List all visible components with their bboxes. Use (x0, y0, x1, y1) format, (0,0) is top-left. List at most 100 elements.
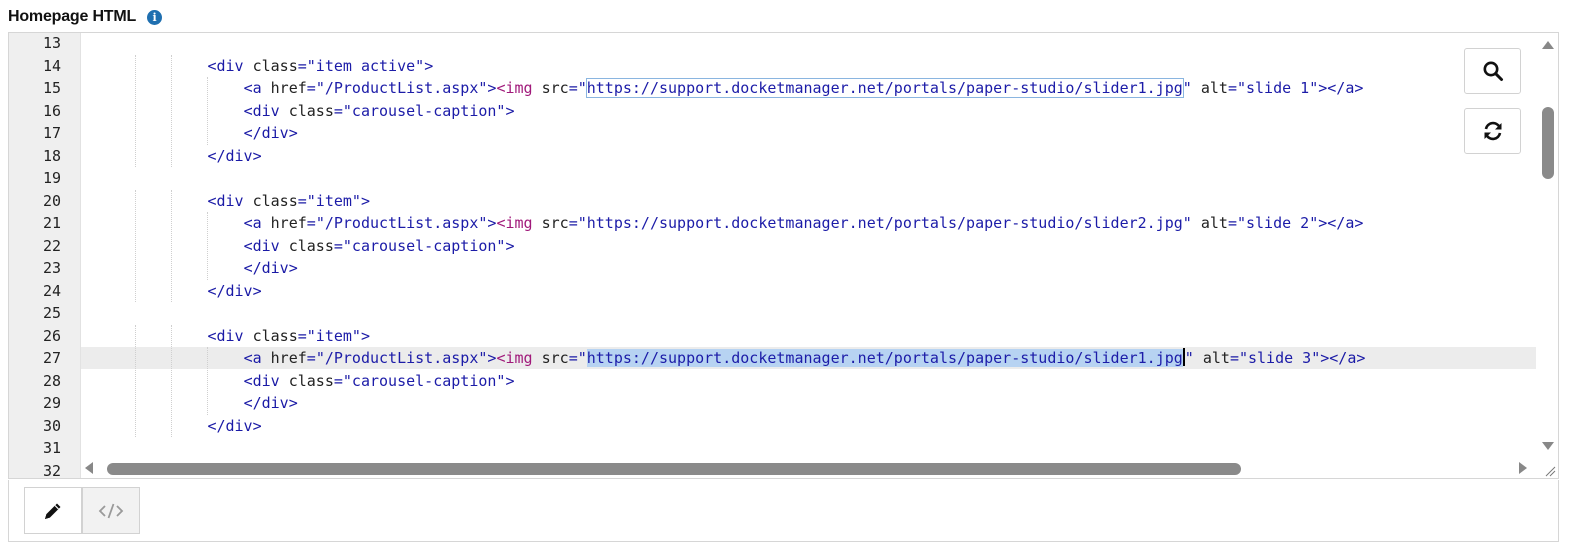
refresh-icon (1484, 121, 1501, 141)
line-number: 29 (42, 394, 61, 412)
horizontal-scroll-thumb[interactable] (107, 463, 1241, 475)
code-token: = (306, 79, 316, 97)
code-line[interactable]: <div class="item"> (81, 325, 1536, 347)
code-line[interactable] (81, 302, 1536, 324)
code-line[interactable]: <div class="item active"> (81, 55, 1536, 77)
code-token: "item" (306, 326, 361, 345)
indent-guide (171, 324, 173, 437)
code-token: > (424, 56, 434, 75)
info-icon[interactable]: i (147, 9, 163, 25)
code-token: <div (243, 236, 289, 255)
scroll-left-arrow[interactable] (85, 462, 93, 474)
code-token: "carousel-caption" (342, 371, 506, 390)
code-line[interactable] (81, 33, 1536, 54)
scroll-up-arrow[interactable] (1542, 41, 1554, 49)
code-token: class (252, 326, 298, 345)
indent-guide (135, 189, 137, 302)
code-line[interactable] (81, 437, 1536, 457)
line-number: 22 (42, 236, 61, 255)
code-token: > (505, 236, 515, 255)
code-token: = (568, 349, 578, 367)
code-line[interactable]: </div> (81, 257, 1536, 279)
search-button[interactable] (1464, 48, 1521, 94)
line-number: 31 (42, 439, 61, 457)
code-token: = (297, 191, 307, 210)
code-token: " (577, 349, 587, 367)
code-token: <div (207, 326, 253, 345)
code-line[interactable]: </div> (81, 392, 1536, 414)
code-line[interactable]: <div class="carousel-caption"> (81, 100, 1536, 122)
code-line[interactable]: <div class="carousel-caption"> (81, 370, 1536, 392)
source-mode-button[interactable] (82, 487, 140, 534)
code-token: </div> (207, 281, 262, 300)
line-number: 13 (42, 34, 61, 52)
indent-guide (135, 324, 137, 437)
code-token: <img (496, 214, 542, 232)
indent-guide (171, 54, 173, 167)
code-token: src (541, 79, 569, 97)
field-header: Homepage HTML i (8, 6, 163, 28)
edit-mode-button[interactable] (24, 487, 82, 534)
code-line[interactable]: </div> (81, 145, 1536, 167)
code-line[interactable] (81, 167, 1536, 189)
code-token: = (333, 101, 343, 120)
vertical-scroll-thumb[interactable] (1542, 107, 1554, 179)
code-editor[interactable]: 13 14 15 16 17 18 19 20 21 22 23 24 25 26 27 28 29 30 31 32… (8, 32, 1559, 479)
code-token: ></a> (1318, 79, 1364, 97)
line-number: 15 (42, 79, 61, 97)
code-line[interactable]: <div class="item"> (81, 190, 1536, 212)
code-token: > (360, 326, 370, 345)
code-token: class (252, 56, 298, 75)
line-number: 30 (42, 416, 61, 435)
code-token: "slide 1" (1236, 79, 1319, 97)
code-token: href (270, 79, 307, 97)
code-token: = (297, 56, 307, 75)
scroll-right-arrow[interactable] (1519, 462, 1527, 474)
refresh-button[interactable] (1464, 108, 1521, 154)
code-line[interactable]: <div class="carousel-caption"> (81, 235, 1536, 257)
code-token: " (1184, 349, 1194, 367)
code-token: = (306, 214, 316, 232)
line-number-gutter: 13 14 15 16 17 18 19 20 21 22 23 24 25 26 27 28 29 30 31 32 (9, 33, 81, 479)
code-token: </div> (243, 259, 298, 277)
code-token: <div (207, 56, 253, 75)
scroll-down-arrow[interactable] (1542, 442, 1554, 450)
code-token: = (297, 326, 307, 345)
line-number: 28 (42, 371, 61, 390)
code-token: " (577, 79, 587, 97)
line-number: 23 (42, 259, 61, 277)
code-token: </div> (243, 394, 298, 412)
resize-handle-icon[interactable] (1544, 465, 1556, 477)
vertical-scrollbar[interactable] (1539, 33, 1558, 457)
code-token: = (1227, 214, 1237, 232)
code-line[interactable]: </div> (81, 122, 1536, 144)
code-line[interactable]: </div> (81, 280, 1536, 302)
indent-guide (207, 347, 209, 415)
code-token: "slide 2" (1236, 214, 1319, 232)
code-token: <a (243, 79, 271, 97)
pencil-icon (45, 503, 61, 519)
code-token: <a (243, 214, 271, 232)
code-line[interactable]: </div> (81, 415, 1536, 437)
code-token: </div> (243, 124, 298, 142)
code-token: alt (1191, 214, 1228, 232)
code-token: = (568, 214, 578, 232)
code-token: class (252, 191, 298, 210)
code-token: "/ProductList.aspx" (315, 214, 488, 232)
code-token: </div> (207, 146, 262, 165)
code-token: = (333, 236, 343, 255)
code-token: alt (1193, 349, 1230, 367)
search-icon (1483, 61, 1503, 81)
code-area[interactable]: <div class="item active"> <a href="/Prod… (81, 33, 1536, 457)
code-line[interactable]: <a href="/ProductList.aspx"><img src="ht… (81, 347, 1536, 369)
line-number: 32 (42, 461, 61, 479)
code-token: </div> (207, 416, 262, 435)
code-token: = (306, 349, 316, 367)
code-token: "carousel-caption" (342, 236, 506, 255)
code-token: > (360, 191, 370, 210)
line-number: 21 (42, 214, 61, 232)
line-number: 19 (42, 169, 61, 187)
horizontal-scrollbar[interactable] (81, 457, 1539, 478)
code-line[interactable]: <a href="/ProductList.aspx"><img src="ht… (81, 212, 1536, 234)
code-line[interactable]: <a href="/ProductList.aspx"><img src="ht… (81, 77, 1536, 99)
